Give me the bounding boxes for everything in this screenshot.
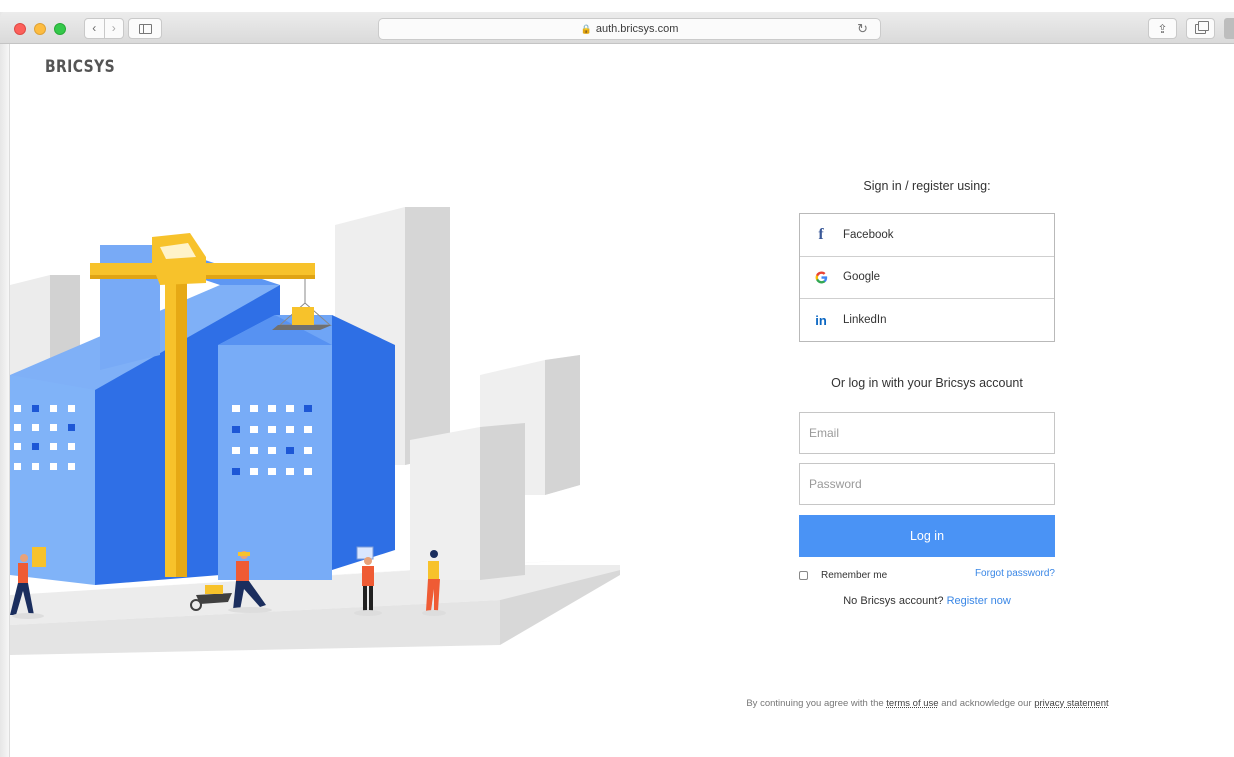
terms-of-use-link[interactable]: terms of use — [886, 698, 938, 709]
construction-illustration — [10, 207, 620, 655]
browser-toolbar: ‹ › 🔒 auth.bricsys.com ↻ ⇪ — [0, 12, 1234, 44]
back-icon[interactable]: ‹ — [85, 19, 104, 38]
tabs-icon — [1195, 20, 1209, 34]
window-edge — [0, 12, 10, 757]
remember-me: Remember me — [799, 570, 887, 581]
minimize-window-button[interactable] — [34, 23, 46, 35]
no-account-text: No Bricsys account? — [843, 595, 944, 607]
footer-middle: and acknowledge our — [941, 698, 1032, 709]
url-text: auth.bricsys.com — [595, 23, 679, 35]
facebook-login-button[interactable]: f Facebook — [800, 214, 1054, 257]
register-now-link[interactable]: Register now — [947, 595, 1011, 607]
linkedin-login-button[interactable]: in LinkedIn — [800, 299, 1054, 342]
facebook-label: Facebook — [843, 228, 894, 241]
sidebar-icon — [138, 23, 152, 34]
sidebar-toggle-button[interactable] — [128, 18, 162, 39]
reload-icon[interactable]: ↻ — [857, 21, 868, 37]
facebook-icon: f — [818, 225, 824, 243]
browser-window: ‹ › 🔒 auth.bricsys.com ↻ ⇪ BRICSYS Sign … — [0, 0, 1234, 757]
privacy-statement-link[interactable]: privacy statement — [1034, 698, 1108, 709]
google-icon — [814, 271, 828, 284]
forward-icon[interactable]: › — [105, 19, 124, 38]
google-login-button[interactable]: Google — [800, 257, 1054, 299]
close-window-button[interactable] — [14, 23, 26, 35]
remember-me-label[interactable]: Remember me — [821, 570, 887, 581]
forgot-password-link[interactable]: Forgot password? — [955, 568, 1055, 579]
remember-me-checkbox[interactable] — [799, 571, 808, 580]
legal-footer: By continuing you agree with the terms o… — [700, 698, 1155, 709]
bricsys-logo[interactable]: BRICSYS — [45, 57, 115, 77]
lock-icon: 🔒 — [580, 23, 592, 34]
address-bar[interactable]: 🔒 auth.bricsys.com ↻ — [378, 18, 881, 40]
zoom-window-button[interactable] — [54, 23, 66, 35]
google-label: Google — [843, 271, 881, 284]
toolbar-edge-button[interactable] — [1224, 18, 1234, 39]
signin-heading: Sign in / register using: — [863, 179, 991, 193]
share-button[interactable]: ⇪ — [1148, 18, 1177, 39]
linkedin-label: LinkedIn — [843, 314, 887, 327]
email-field[interactable] — [799, 412, 1055, 454]
register-prompt: No Bricsys account? Register now — [799, 595, 1055, 607]
password-field[interactable] — [799, 463, 1055, 505]
login-button[interactable]: Log in — [799, 515, 1055, 557]
account-login-heading: Or log in with your Bricsys account — [831, 376, 1023, 390]
footer-prefix: By continuing you agree with the — [746, 698, 884, 709]
history-nav: ‹ › — [84, 18, 124, 39]
social-login-options: f Facebook Google in LinkedIn — [799, 213, 1055, 342]
linkedin-icon: in — [815, 312, 827, 328]
show-tabs-button[interactable] — [1186, 18, 1215, 39]
share-icon: ⇪ — [1157, 21, 1168, 36]
